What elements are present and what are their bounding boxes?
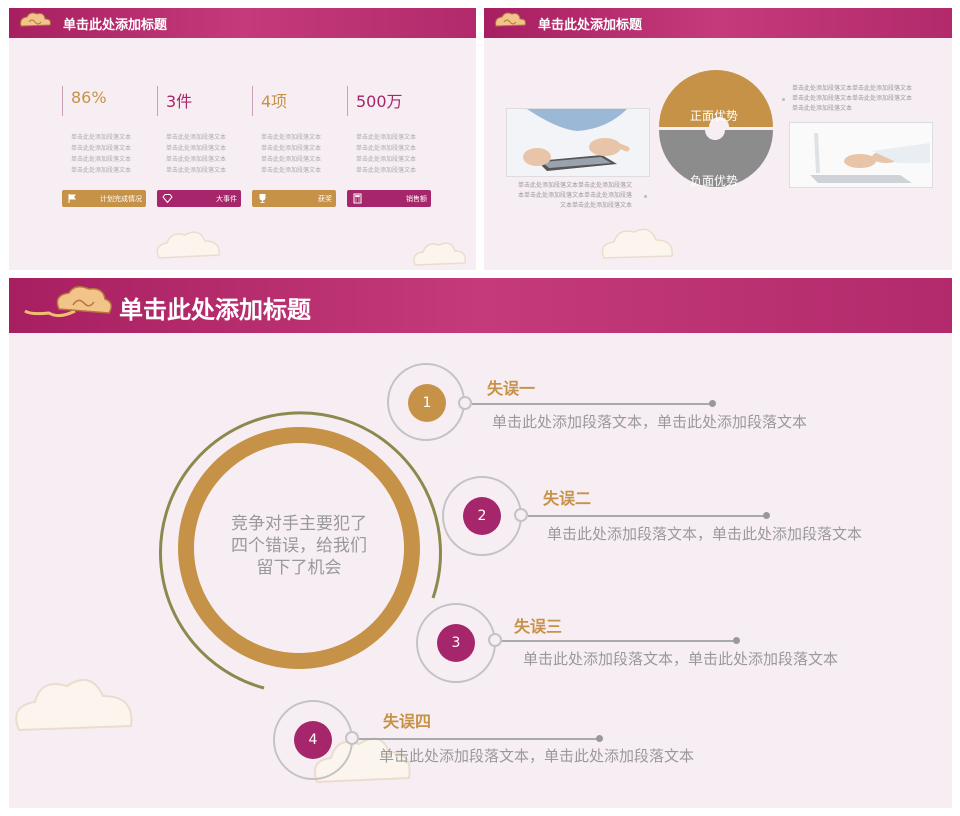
stat-tag[interactable]: 销售额 [347,190,431,207]
cloud-decoration-icon [156,231,220,259]
stat-value: 86% [71,88,107,107]
stat-tag[interactable]: 计划完成情况 [62,190,146,207]
diamond-icon [162,194,173,204]
center-text[interactable]: 竞争对手主要犯了 四个错误，给我们 留下了机会 [209,513,389,579]
connector-node [514,508,528,522]
line-end-dot [733,637,740,644]
title-bar: 单击此处添加标题 [484,8,952,38]
auspicious-cloud-icon [24,286,112,318]
connector-node [488,633,502,647]
mistake-title[interactable]: 失误四 [383,708,431,732]
mistake-title[interactable]: 失误三 [514,613,562,637]
line-end-dot [596,735,603,742]
slide-title[interactable]: 单击此处添加标题 [63,14,167,33]
slide-title[interactable]: 单击此处添加标题 [538,14,642,33]
connector-line [502,640,736,642]
calculator-icon [353,193,362,204]
stat-text: 单击此处添加段落文本 单击此处添加段落文本 单击此处添加段落文本 单击此处添加段… [261,134,322,174]
laptop-typing-image [790,123,932,187]
connector-node [458,396,472,410]
number-badge[interactable]: 4 [294,721,332,759]
stat-value: 500万 [356,92,403,111]
negative-label[interactable]: 负面优势 [690,172,738,189]
slide-title[interactable]: 单击此处添加标题 [119,290,311,325]
right-paragraph[interactable]: 单击此处添加段落文本单击此处添加段落文本 单击此处添加段落文本单击此处添加段落文… [792,84,912,114]
tablet-hands-image [507,109,649,176]
title-bar: 单击此处添加标题 [9,8,476,38]
slide-mistakes[interactable]: 单击此处添加标题 竞争对手主要犯了 四个错误，给我们 留下了机会 1 失误一 单… [9,278,952,808]
connector-dot [644,195,647,198]
stat-tag-label: 大事件 [216,195,237,203]
line-end-dot [763,512,770,519]
puzzle-circle [659,70,773,187]
connector-line [528,515,766,517]
divider [62,86,63,116]
mistake-title[interactable]: 失误二 [543,485,591,509]
divider [157,86,158,116]
cloud-decoration-icon [15,678,133,732]
positive-label[interactable]: 正面优势 [690,107,738,124]
connector-dot [782,98,785,101]
stat-text: 单击此处添加段落文本 单击此处添加段落文本 单击此处添加段落文本 单击此处添加段… [71,134,132,174]
auspicious-cloud-icon [20,12,51,27]
number-badge[interactable]: 1 [408,384,446,422]
stat-text: 单击此处添加段落文本 单击此处添加段落文本 单击此处添加段落文本 单击此处添加段… [356,134,417,174]
line-end-dot [709,400,716,407]
mistake-description[interactable]: 单击此处添加段落文本，单击此处添加段落文本 [379,745,694,766]
stat-tag[interactable]: 大事件 [157,190,241,207]
cloud-decoration-icon [601,228,673,259]
stat-tag-label: 获奖 [318,195,332,203]
tablet-photo [506,108,650,177]
stat-text: 单击此处添加段落文本 单击此处添加段落文本 单击此处添加段落文本 单击此处添加段… [166,134,227,174]
left-paragraph[interactable]: 单击此处添加段落文本单击此处添加段落文 本单击此处添加段落文本单击此处添加段落 … [518,181,632,211]
stat-tag-label: 计划完成情况 [100,195,142,203]
connector-line [359,738,599,740]
number-badge[interactable]: 3 [437,624,475,662]
mistake-description[interactable]: 单击此处添加段落文本，单击此处添加段落文本 [492,411,807,432]
number-badge[interactable]: 2 [463,497,501,535]
divider [347,86,348,116]
mistake-description[interactable]: 单击此处添加段落文本，单击此处添加段落文本 [523,648,838,669]
trophy-icon [259,194,266,203]
connector-node [345,731,359,745]
stat-value: 4项 [261,92,288,111]
divider [252,86,253,116]
title-bar: 单击此处添加标题 [9,278,952,333]
laptop-photo [789,122,933,188]
stat-tag-label: 销售额 [406,195,427,203]
mistake-description[interactable]: 单击此处添加段落文本，单击此处添加段落文本 [547,523,862,544]
slide-stats[interactable]: 单击此处添加标题 86% 单击此处添加段落文本 单击此处添加段落文本 单击此处添… [9,8,476,270]
cloud-decoration-icon [413,242,467,266]
mistake-title[interactable]: 失误一 [487,375,535,399]
flag-icon [68,194,76,203]
stat-tag[interactable]: 获奖 [252,190,336,207]
stat-value: 3件 [166,92,193,111]
connector-line [472,403,712,405]
slide-advantages[interactable]: 单击此处添加标题 正面优势 负面优势 单击此处添加段落文本单击此处添加段落文 本… [484,8,952,270]
auspicious-cloud-icon [495,12,526,27]
